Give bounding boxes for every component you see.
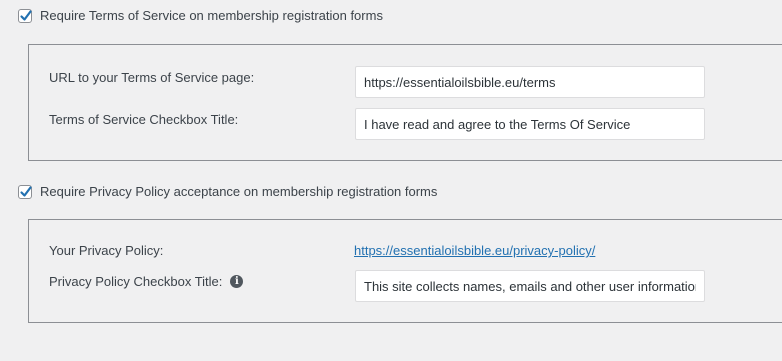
terms-checkbox-label[interactable]: Require Terms of Service on membership r… [40, 8, 383, 23]
terms-checkbox-row[interactable]: Require Terms of Service on membership r… [18, 8, 383, 23]
terms-title-input[interactable] [355, 108, 705, 140]
terms-url-input[interactable] [355, 66, 705, 98]
privacy-settings-panel: Your Privacy Policy: https://essentialoi… [28, 219, 782, 323]
checkmark-icon [20, 185, 32, 197]
terms-title-label: Terms of Service Checkbox Title: [49, 112, 239, 127]
terms-url-label: URL to your Terms of Service page: [49, 70, 255, 85]
privacy-title-label: Privacy Policy Checkbox Title: [49, 274, 223, 289]
privacy-policy-link[interactable]: https://essentialoilsbible.eu/privacy-po… [354, 243, 595, 258]
checkmark-icon [20, 9, 32, 21]
privacy-title-label-row: Privacy Policy Checkbox Title: i [49, 274, 244, 289]
privacy-checkbox-row[interactable]: Require Privacy Policy acceptance on mem… [18, 184, 437, 199]
info-icon[interactable]: i [230, 275, 244, 288]
privacy-policy-label: Your Privacy Policy: [49, 243, 164, 258]
privacy-checkbox-label[interactable]: Require Privacy Policy acceptance on mem… [40, 184, 437, 199]
privacy-checkbox[interactable] [18, 184, 32, 199]
terms-checkbox[interactable] [18, 8, 32, 23]
terms-settings-panel: URL to your Terms of Service page: Terms… [28, 44, 782, 161]
privacy-title-input[interactable] [355, 270, 705, 302]
